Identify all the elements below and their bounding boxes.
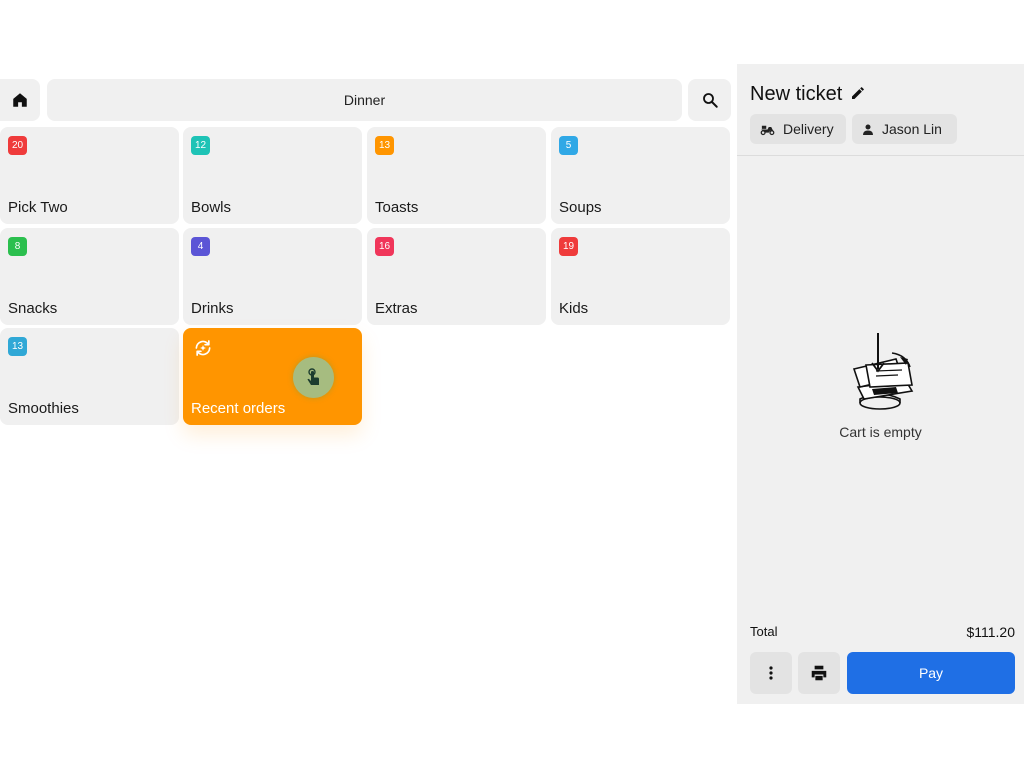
category-label: Pick Two — [8, 199, 68, 216]
ticket-panel: New ticket Delivery Jason Lin Cart is em… — [737, 64, 1024, 704]
empty-cart-label: Cart is empty — [839, 424, 922, 440]
ticket-header: New ticket Delivery Jason Lin — [737, 64, 1024, 156]
customer-chip[interactable]: Jason Lin — [852, 114, 957, 144]
item-count-badge: 13 — [8, 337, 27, 356]
item-count-badge: 4 — [191, 237, 210, 256]
category-tile-bowls[interactable]: 12 Bowls — [183, 127, 362, 224]
category-title[interactable]: Dinner — [47, 79, 682, 121]
print-icon — [811, 665, 827, 681]
home-icon — [13, 93, 27, 107]
recent-orders-label: Recent orders — [191, 400, 286, 417]
touch-indicator — [293, 357, 334, 398]
recent-orders-tile[interactable]: Recent orders — [183, 328, 362, 425]
category-tile-pick-two[interactable]: 20 Pick Two — [0, 127, 179, 224]
category-tile-extras[interactable]: 16 Extras — [367, 228, 546, 325]
category-tile-toasts[interactable]: 13 Toasts — [367, 127, 546, 224]
total-label: Total — [750, 624, 778, 639]
category-label: Smoothies — [8, 400, 79, 417]
pay-button[interactable]: Pay — [847, 652, 1015, 694]
item-count-badge: 19 — [559, 237, 578, 256]
item-count-badge: 13 — [375, 136, 394, 155]
category-label: Drinks — [191, 300, 234, 317]
item-count-badge: 8 — [8, 237, 27, 256]
delivery-icon — [760, 125, 775, 135]
touch-pointer-icon — [307, 367, 319, 385]
ticket-actions: Pay — [750, 652, 1015, 694]
order-type-chip[interactable]: Delivery — [750, 114, 846, 144]
edit-icon[interactable] — [850, 85, 866, 101]
total-amount: $111.20 — [966, 624, 1015, 640]
pos-app: Dinner 20 Pick Two 12 Bowls 13 Toasts 5 … — [0, 64, 1024, 704]
recent-orders-icon — [195, 340, 211, 356]
category-label: Snacks — [8, 300, 58, 317]
category-label: Extras — [375, 300, 418, 317]
more-options-button[interactable] — [750, 652, 792, 694]
category-label: Toasts — [375, 199, 419, 216]
category-tile-drinks[interactable]: 4 Drinks — [183, 228, 362, 325]
empty-cart-state: Cart is empty — [737, 329, 1024, 440]
search-icon — [702, 93, 718, 108]
home-button[interactable] — [0, 79, 40, 121]
more-vertical-icon — [769, 666, 773, 680]
item-count-badge: 12 — [191, 136, 210, 155]
order-type-label: Delivery — [783, 121, 834, 137]
category-label: Soups — [559, 199, 602, 216]
category-label: Bowls — [191, 199, 232, 216]
person-icon — [863, 124, 873, 135]
category-tile-soups[interactable]: 5 Soups — [551, 127, 730, 224]
customer-name: Jason Lin — [882, 121, 942, 137]
print-button[interactable] — [798, 652, 840, 694]
item-count-badge: 5 — [559, 136, 578, 155]
menu-top-bar: Dinner — [0, 79, 731, 121]
category-tile-snacks[interactable]: 8 Snacks — [0, 228, 179, 325]
category-tile-kids[interactable]: 19 Kids — [551, 228, 730, 325]
category-tile-smoothies[interactable]: 13 Smoothies — [0, 328, 179, 425]
total-row: Total $111.20 — [750, 624, 1015, 640]
item-count-badge: 20 — [8, 136, 27, 155]
menu-panel: Dinner 20 Pick Two 12 Bowls 13 Toasts 5 … — [0, 64, 736, 704]
empty-cart-illustration — [852, 333, 913, 410]
search-button[interactable] — [688, 79, 731, 121]
ticket-title: New ticket — [750, 83, 843, 105]
item-count-badge: 16 — [375, 237, 394, 256]
category-label: Kids — [559, 300, 589, 317]
